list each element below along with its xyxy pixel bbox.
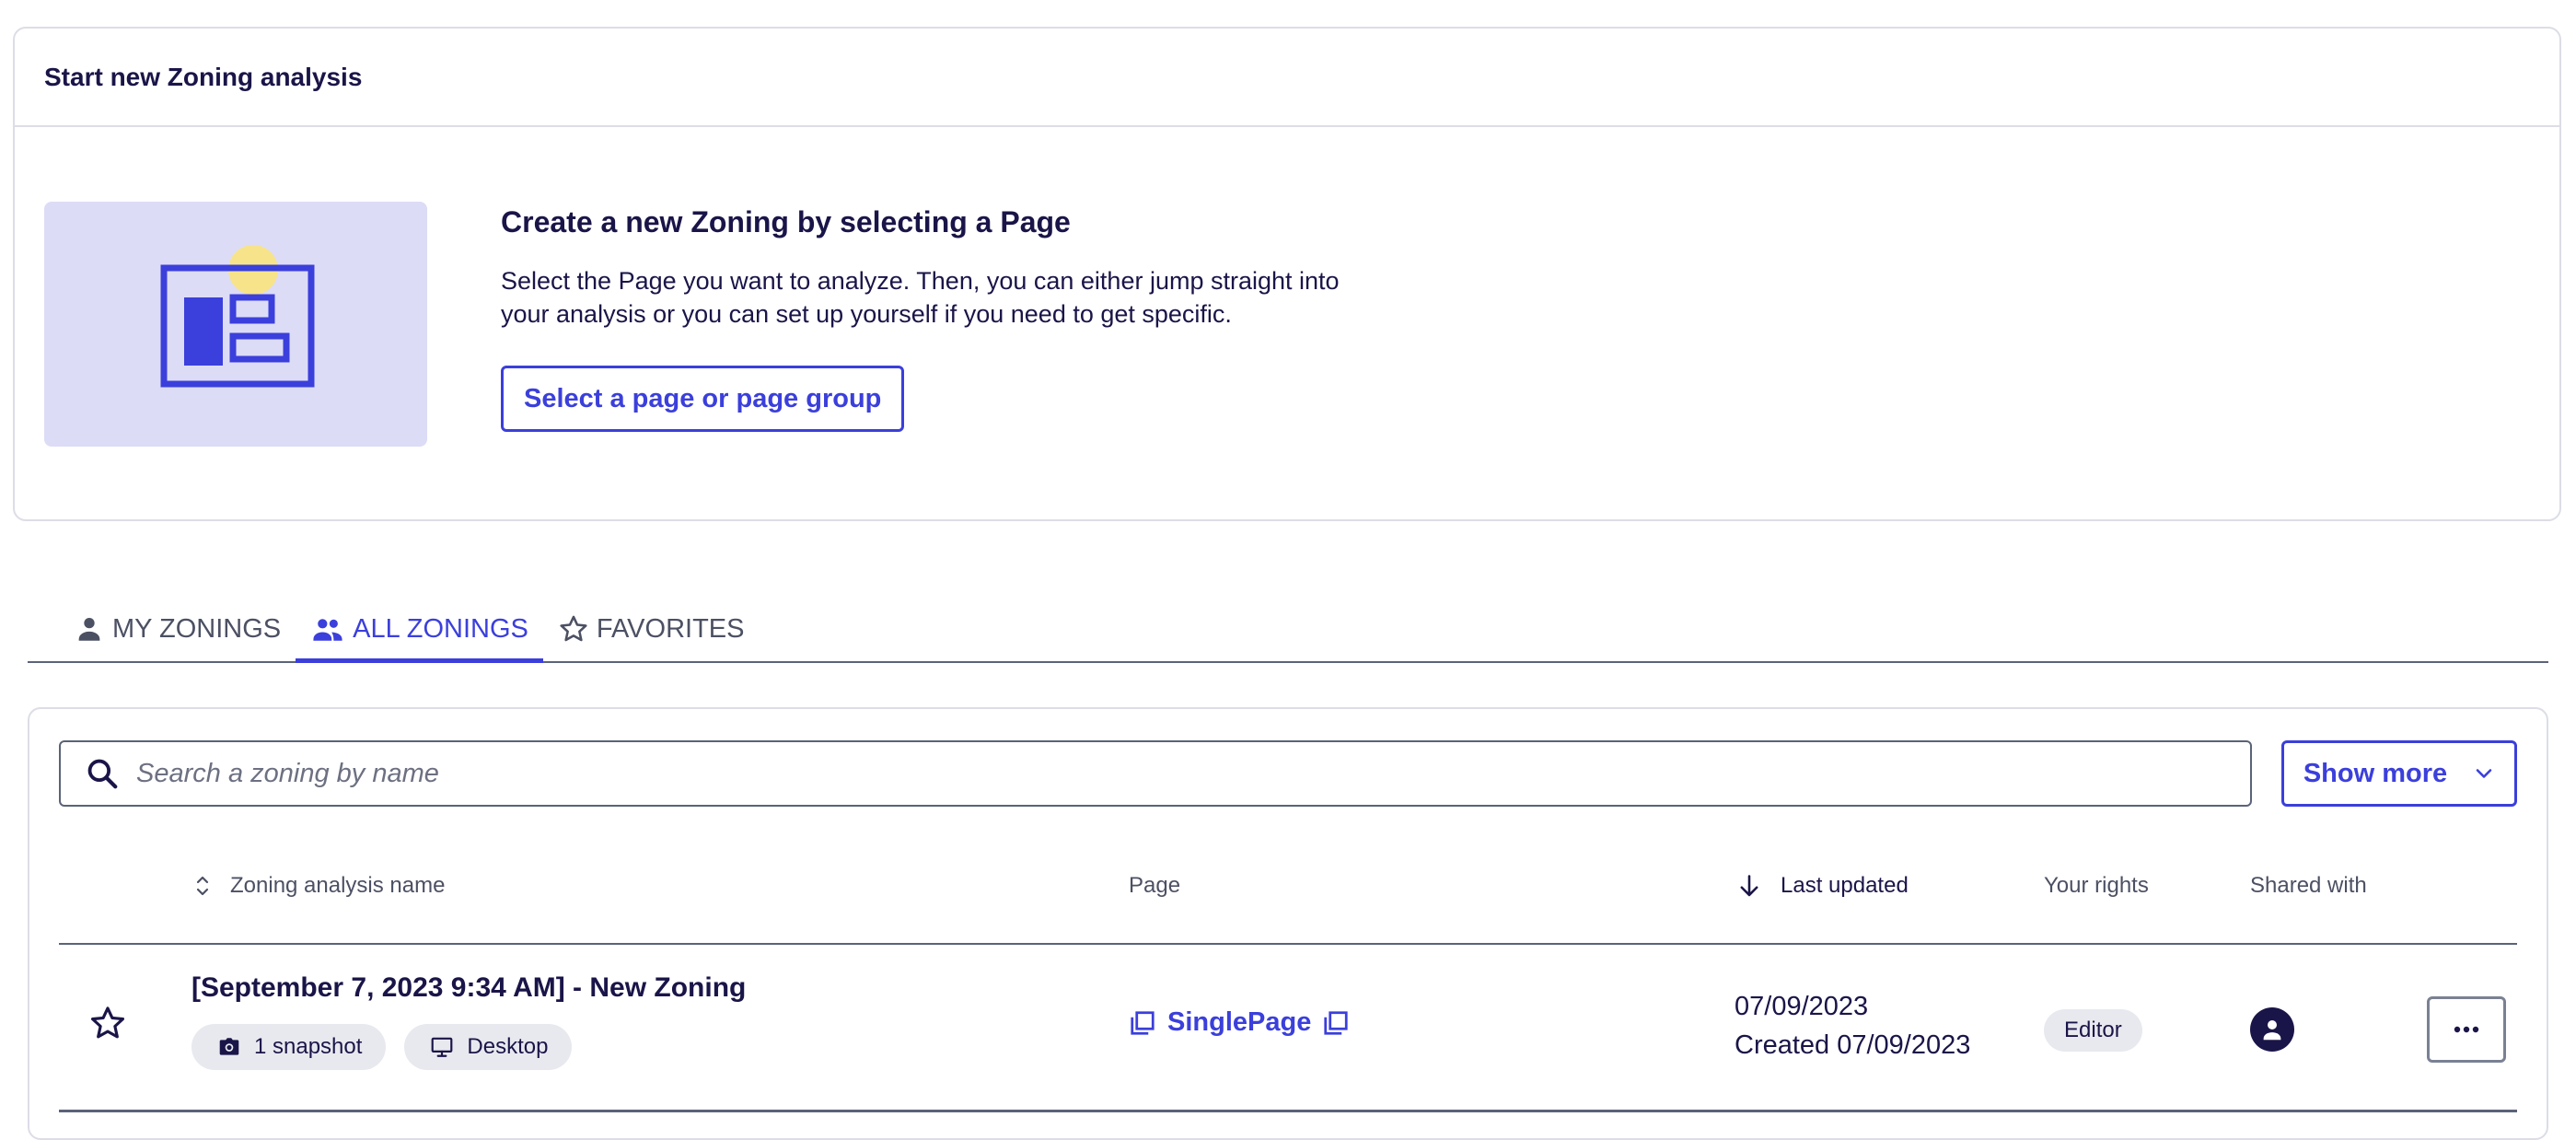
show-more-button[interactable]: Show more (2281, 740, 2517, 807)
page-link[interactable]: SinglePage (1129, 1007, 1350, 1038)
column-header-name[interactable]: Zoning analysis name (193, 829, 445, 943)
search-box (59, 740, 2252, 807)
column-label: Last updated (1781, 873, 1909, 898)
people-icon (313, 619, 342, 641)
device-chip: Desktop (404, 1024, 573, 1070)
page-group-icon (1131, 1010, 1155, 1035)
camera-icon (219, 1038, 239, 1055)
tab-label: FAVORITES (596, 613, 745, 644)
zonings-list-card: Show more Zoning analysis name Page Last… (28, 707, 2548, 1140)
table-header: Zoning analysis name Page Last updated Y… (59, 829, 2517, 945)
intro-title: Create a new Zoning by selecting a Page (501, 205, 1071, 238)
page-name: SinglePage (1167, 1007, 1312, 1037)
avatar (2250, 1007, 2294, 1052)
person-icon (78, 617, 100, 641)
tab-favorites[interactable]: FAVORITES (543, 597, 760, 661)
select-page-button[interactable]: Select a page or page group (501, 366, 905, 432)
column-label: Your rights (2044, 873, 2149, 898)
search-icon (87, 759, 118, 789)
column-header-last-updated[interactable]: Last updated (1736, 829, 1909, 943)
card-header: Start new Zoning analysis (15, 29, 2559, 127)
ellipsis-icon (2454, 1026, 2479, 1033)
intro-description: Select the Page you want to analyze. The… (501, 267, 1340, 328)
person-icon (2263, 1020, 2281, 1041)
snapshot-chip: 1 snapshot (191, 1024, 387, 1070)
device-label: Desktop (467, 1034, 549, 1059)
updated-date: 07/09/2023 (1735, 992, 1869, 1021)
more-actions-button[interactable] (2427, 996, 2506, 1063)
tab-label: MY ZONINGS (112, 613, 282, 644)
card-title: Start new Zoning analysis (44, 62, 363, 91)
tab-all-zonings[interactable]: ALL ZONINGS (296, 597, 543, 663)
column-header-shared: Shared with (2250, 829, 2367, 943)
table-row: [September 7, 2023 9:34 AM] - New Zoning… (59, 947, 2517, 1112)
column-label: Shared with (2250, 873, 2367, 898)
arrow-down-icon (1740, 875, 1758, 897)
search-input[interactable] (136, 746, 2162, 801)
page-group-icon (1324, 1010, 1348, 1035)
favorite-star-icon[interactable] (88, 1004, 127, 1042)
column-label: Page (1129, 873, 1181, 898)
intro-section: Create a new Zoning by selecting a Page … (501, 202, 1421, 432)
page-layout-illustration-icon (44, 202, 427, 447)
created-date: Created 07/09/2023 (1735, 1030, 1971, 1060)
start-zoning-card: Start new Zoning analysis Create a new Z… (13, 27, 2561, 521)
chevron-down-icon (2476, 769, 2492, 778)
column-header-rights: Your rights (2044, 829, 2149, 943)
zoning-tabs: MY ZONINGS ALL ZONINGS FAVORITES (28, 597, 2548, 663)
last-updated-cell: 07/09/2023 Created 07/09/2023 (1735, 987, 1970, 1064)
star-outline-icon (560, 615, 587, 642)
snapshot-count: 1 snapshot (254, 1034, 363, 1059)
zoning-name[interactable]: [September 7, 2023 9:34 AM] - New Zoning (191, 972, 746, 1004)
sort-icon (196, 876, 209, 896)
desktop-icon (432, 1037, 453, 1057)
tab-my-zonings[interactable]: MY ZONINGS (59, 597, 296, 661)
rights-badge: Editor (2044, 1009, 2142, 1052)
column-label: Zoning analysis name (230, 873, 446, 898)
show-more-label: Show more (2303, 758, 2448, 788)
zoning-chips: 1 snapshot Desktop (191, 1024, 573, 1070)
tab-label: ALL ZONINGS (353, 613, 528, 644)
column-header-page: Page (1129, 829, 1180, 943)
